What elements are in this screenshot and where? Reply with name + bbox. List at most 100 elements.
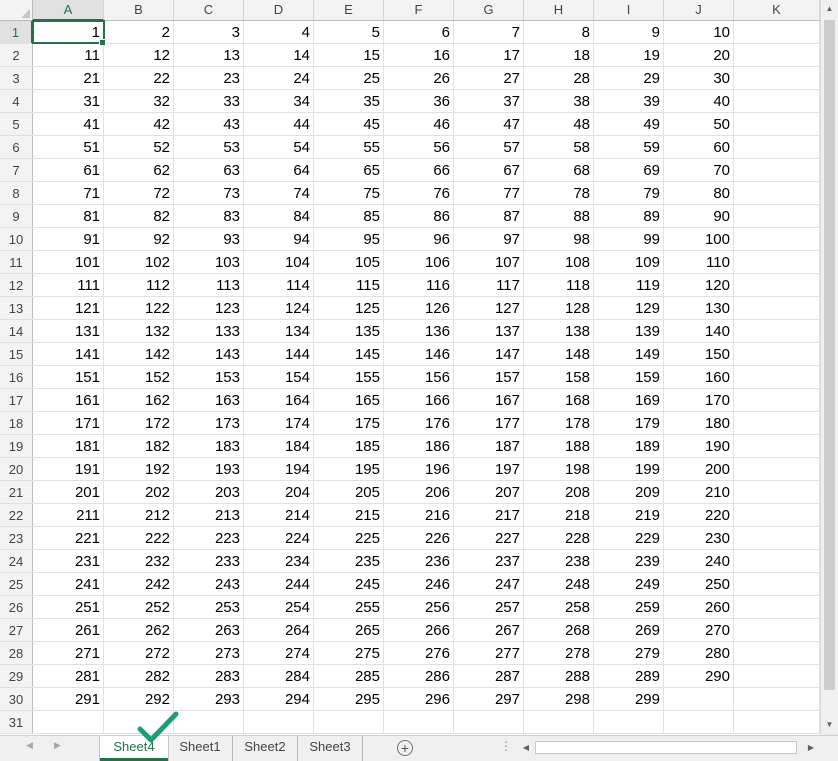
cell-i16[interactable]: 159 xyxy=(594,366,664,388)
tab-nav-next-icon[interactable]: ▶ xyxy=(54,740,61,751)
cell-a31[interactable] xyxy=(33,711,104,733)
cell-j12[interactable]: 120 xyxy=(664,274,734,296)
cell-f12[interactable]: 116 xyxy=(384,274,454,296)
cell-a23[interactable]: 221 xyxy=(33,527,104,549)
cell-h19[interactable]: 188 xyxy=(524,435,594,457)
cell-d21[interactable]: 204 xyxy=(244,481,314,503)
row-header[interactable]: 21 xyxy=(0,481,33,503)
cell-h11[interactable]: 108 xyxy=(524,251,594,273)
cell-k3[interactable] xyxy=(734,67,820,89)
cell-e7[interactable]: 65 xyxy=(314,159,384,181)
cell-g3[interactable]: 27 xyxy=(454,67,524,89)
cell-k25[interactable] xyxy=(734,573,820,595)
row-header[interactable]: 9 xyxy=(0,205,33,227)
cell-h8[interactable]: 78 xyxy=(524,182,594,204)
cell-b8[interactable]: 72 xyxy=(104,182,174,204)
cell-j16[interactable]: 160 xyxy=(664,366,734,388)
sheet-tab-sheet3[interactable]: Sheet3 xyxy=(298,736,363,761)
cell-e27[interactable]: 265 xyxy=(314,619,384,641)
cell-d7[interactable]: 64 xyxy=(244,159,314,181)
cell-g24[interactable]: 237 xyxy=(454,550,524,572)
cell-f2[interactable]: 16 xyxy=(384,44,454,66)
cell-j7[interactable]: 70 xyxy=(664,159,734,181)
cell-c27[interactable]: 263 xyxy=(174,619,244,641)
cell-j22[interactable]: 220 xyxy=(664,504,734,526)
cell-j15[interactable]: 150 xyxy=(664,343,734,365)
cell-e17[interactable]: 165 xyxy=(314,389,384,411)
cell-a4[interactable]: 31 xyxy=(33,90,104,112)
cell-f29[interactable]: 286 xyxy=(384,665,454,687)
cell-h30[interactable]: 298 xyxy=(524,688,594,710)
cell-k27[interactable] xyxy=(734,619,820,641)
cell-k16[interactable] xyxy=(734,366,820,388)
cell-d3[interactable]: 24 xyxy=(244,67,314,89)
cell-a22[interactable]: 211 xyxy=(33,504,104,526)
cell-j8[interactable]: 80 xyxy=(664,182,734,204)
cell-g11[interactable]: 107 xyxy=(454,251,524,273)
row-header[interactable]: 22 xyxy=(0,504,33,526)
cell-k28[interactable] xyxy=(734,642,820,664)
column-header-h[interactable]: H xyxy=(524,0,594,20)
cell-h6[interactable]: 58 xyxy=(524,136,594,158)
cell-i28[interactable]: 279 xyxy=(594,642,664,664)
cell-b29[interactable]: 282 xyxy=(104,665,174,687)
cell-i17[interactable]: 169 xyxy=(594,389,664,411)
cell-h15[interactable]: 148 xyxy=(524,343,594,365)
cell-h26[interactable]: 258 xyxy=(524,596,594,618)
cell-j3[interactable]: 30 xyxy=(664,67,734,89)
cell-e12[interactable]: 115 xyxy=(314,274,384,296)
cell-k29[interactable] xyxy=(734,665,820,687)
cell-b13[interactable]: 122 xyxy=(104,297,174,319)
cell-c31[interactable] xyxy=(174,711,244,733)
cell-d2[interactable]: 14 xyxy=(244,44,314,66)
cell-g17[interactable]: 167 xyxy=(454,389,524,411)
cell-b30[interactable]: 292 xyxy=(104,688,174,710)
cell-g10[interactable]: 97 xyxy=(454,228,524,250)
scroll-down-arrow-icon[interactable]: ▼ xyxy=(821,716,838,733)
cell-g2[interactable]: 17 xyxy=(454,44,524,66)
cell-e11[interactable]: 105 xyxy=(314,251,384,273)
column-header-g[interactable]: G xyxy=(454,0,524,20)
cell-g18[interactable]: 177 xyxy=(454,412,524,434)
cell-k2[interactable] xyxy=(734,44,820,66)
cell-d8[interactable]: 74 xyxy=(244,182,314,204)
cell-k21[interactable] xyxy=(734,481,820,503)
cell-c6[interactable]: 53 xyxy=(174,136,244,158)
cell-d16[interactable]: 154 xyxy=(244,366,314,388)
cell-k24[interactable] xyxy=(734,550,820,572)
cell-f11[interactable]: 106 xyxy=(384,251,454,273)
cell-h21[interactable]: 208 xyxy=(524,481,594,503)
cell-d18[interactable]: 174 xyxy=(244,412,314,434)
cell-b20[interactable]: 192 xyxy=(104,458,174,480)
cell-h2[interactable]: 18 xyxy=(524,44,594,66)
cell-k12[interactable] xyxy=(734,274,820,296)
column-header-j[interactable]: J xyxy=(664,0,734,20)
cell-d22[interactable]: 214 xyxy=(244,504,314,526)
cell-g30[interactable]: 297 xyxy=(454,688,524,710)
cell-b1[interactable]: 2 xyxy=(104,21,174,43)
cell-e2[interactable]: 15 xyxy=(314,44,384,66)
cell-c1[interactable]: 3 xyxy=(174,21,244,43)
row-header[interactable]: 26 xyxy=(0,596,33,618)
cell-g28[interactable]: 277 xyxy=(454,642,524,664)
cell-j19[interactable]: 190 xyxy=(664,435,734,457)
cell-c20[interactable]: 193 xyxy=(174,458,244,480)
cell-j10[interactable]: 100 xyxy=(664,228,734,250)
cell-a2[interactable]: 11 xyxy=(33,44,104,66)
cell-b16[interactable]: 152 xyxy=(104,366,174,388)
cell-b28[interactable]: 272 xyxy=(104,642,174,664)
cell-h14[interactable]: 138 xyxy=(524,320,594,342)
row-header[interactable]: 7 xyxy=(0,159,33,181)
cell-i27[interactable]: 269 xyxy=(594,619,664,641)
row-header[interactable]: 12 xyxy=(0,274,33,296)
row-header[interactable]: 27 xyxy=(0,619,33,641)
cell-k18[interactable] xyxy=(734,412,820,434)
row-header[interactable]: 17 xyxy=(0,389,33,411)
cell-k23[interactable] xyxy=(734,527,820,549)
row-header[interactable]: 14 xyxy=(0,320,33,342)
cell-c7[interactable]: 63 xyxy=(174,159,244,181)
cell-j2[interactable]: 20 xyxy=(664,44,734,66)
sheet-tab-sheet2[interactable]: Sheet2 xyxy=(233,736,298,761)
cell-h13[interactable]: 128 xyxy=(524,297,594,319)
cell-h22[interactable]: 218 xyxy=(524,504,594,526)
